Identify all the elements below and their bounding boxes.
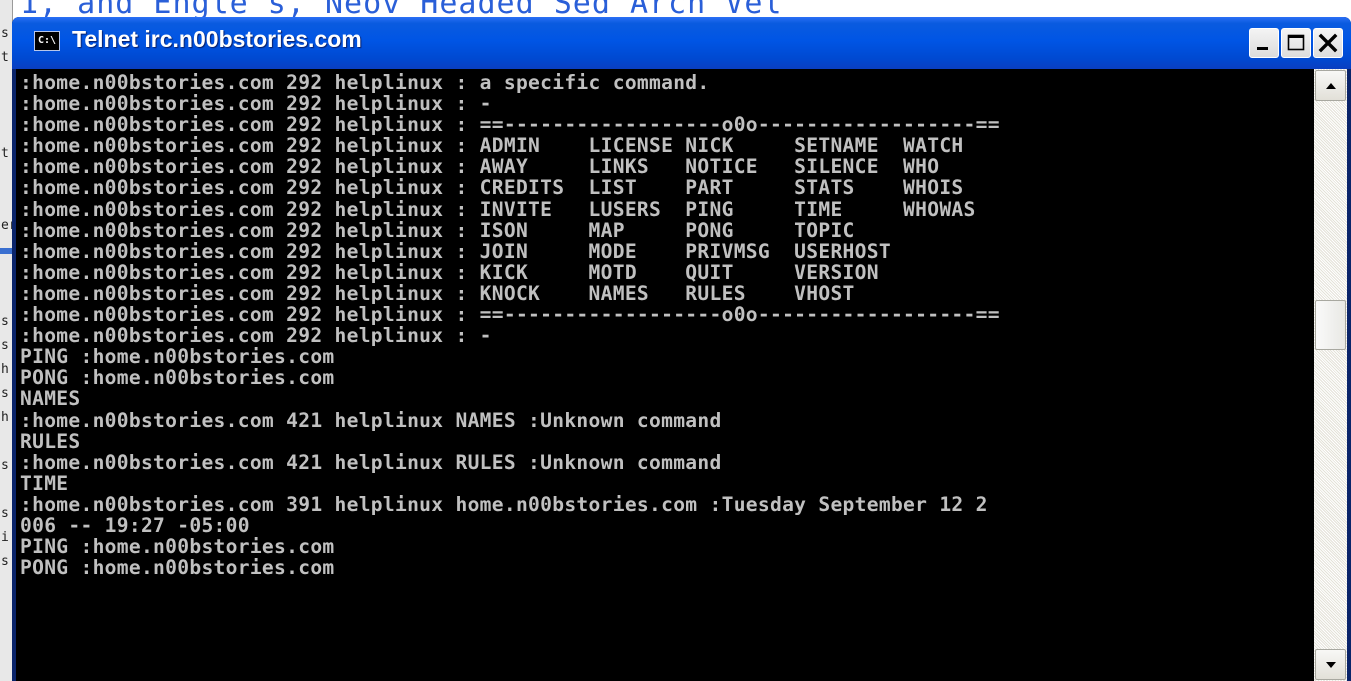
window-title: Telnet irc.n00bstories.com — [72, 26, 362, 52]
maximize-button[interactable] — [1281, 28, 1311, 58]
title-bar[interactable]: C:\ Telnet irc.n00bstories.com — [12, 17, 1351, 69]
console-line: 006 -- 19:27 -05:00 — [20, 513, 250, 537]
scroll-up-button[interactable] — [1315, 70, 1346, 101]
maximize-icon — [1287, 34, 1305, 51]
console-output[interactable]: :home.n00bstories.com 292 helplinux : a … — [20, 72, 1310, 677]
minimize-button[interactable] — [1249, 28, 1279, 58]
console-line: RULES — [20, 429, 81, 453]
console-line: PING :home.n00bstories.com — [20, 345, 335, 369]
console-line: PONG :home.n00bstories.com — [20, 556, 335, 580]
scroll-down-button[interactable] — [1315, 649, 1346, 680]
vertical-scrollbar[interactable] — [1314, 69, 1347, 681]
console-line: :home.n00bstories.com 292 helplinux : AD… — [20, 134, 964, 158]
console-line: PING :home.n00bstories.com — [20, 535, 335, 559]
scroll-thumb[interactable] — [1315, 300, 1346, 350]
arrow-up-icon — [1326, 83, 1336, 89]
console-line: :home.n00bstories.com 292 helplinux : JO… — [20, 239, 891, 263]
minimize-icon — [1257, 47, 1268, 50]
console-line: :home.n00bstories.com 292 helplinux : a … — [20, 72, 710, 94]
console-line: :home.n00bstories.com 292 helplinux : IN… — [20, 197, 976, 221]
console-line: :home.n00bstories.com 421 helplinux RULE… — [20, 450, 722, 474]
console-line: :home.n00bstories.com 292 helplinux : CR… — [20, 176, 964, 200]
console-line: :home.n00bstories.com 292 helplinux : IS… — [20, 218, 855, 242]
close-button[interactable] — [1313, 28, 1343, 58]
console-line: :home.n00bstories.com 292 helplinux : KI… — [20, 260, 879, 284]
console-line: NAMES — [20, 387, 81, 411]
console-line: :home.n00bstories.com 292 helplinux : ==… — [20, 113, 1000, 137]
console-line: :home.n00bstories.com 292 helplinux : ==… — [20, 303, 1000, 327]
arrow-down-icon — [1326, 662, 1336, 668]
console-line: PONG :home.n00bstories.com — [20, 366, 335, 390]
console-line: :home.n00bstories.com 292 helplinux : KN… — [20, 281, 855, 305]
console-line: :home.n00bstories.com 421 helplinux NAME… — [20, 408, 722, 432]
console-line: :home.n00bstories.com 292 helplinux : - — [20, 92, 492, 116]
telnet-window: C:\ Telnet irc.n00bstories.com :home.n00… — [12, 17, 1351, 681]
console-line: :home.n00bstories.com 391 helplinux home… — [20, 492, 988, 516]
console-area[interactable]: :home.n00bstories.com 292 helplinux : a … — [16, 69, 1347, 681]
console-icon[interactable]: C:\ — [34, 31, 60, 51]
console-line: TIME — [20, 471, 69, 495]
background-selection-mark — [0, 248, 12, 254]
console-line: :home.n00bstories.com 292 helplinux : AW… — [20, 155, 940, 179]
console-line: :home.n00bstories.com 292 helplinux : - — [20, 324, 492, 348]
close-icon — [1318, 33, 1338, 53]
